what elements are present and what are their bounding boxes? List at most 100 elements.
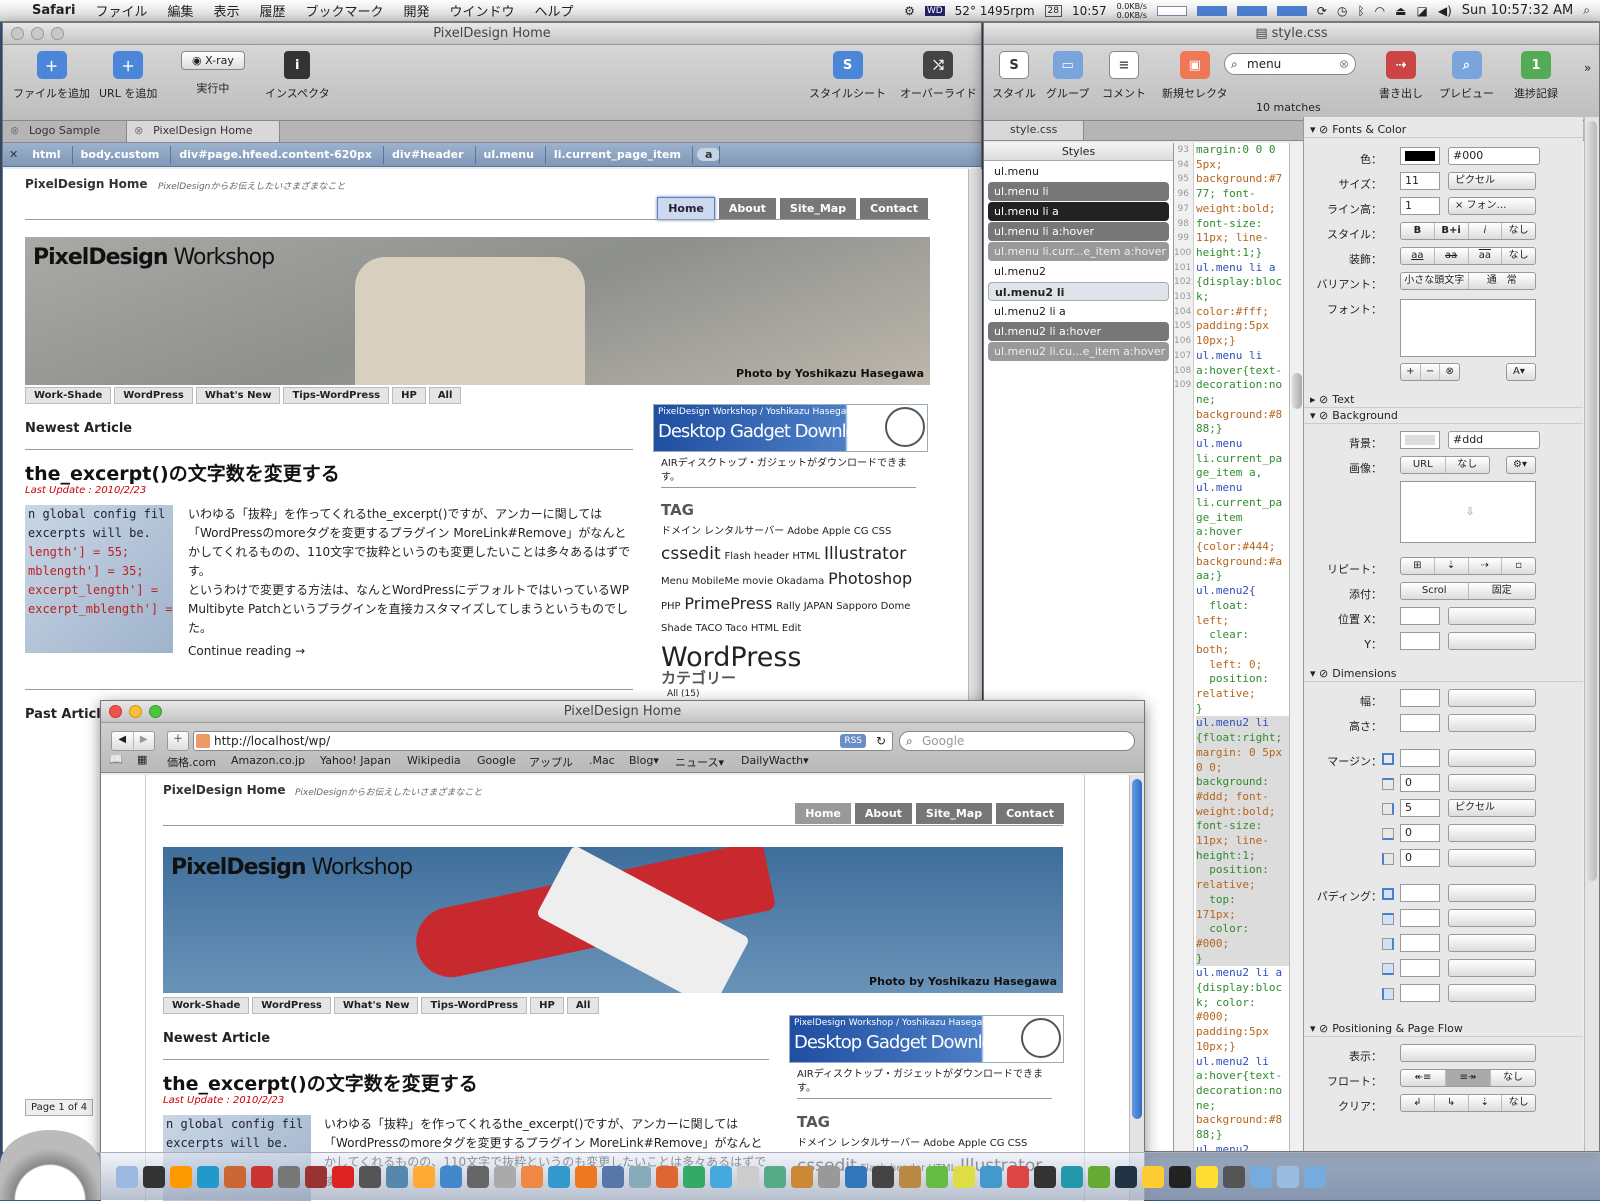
firefox-icon[interactable]: [575, 1165, 597, 1188]
display-select[interactable]: [1400, 1044, 1536, 1062]
tag-illustrator[interactable]: Illustrator: [824, 544, 906, 564]
trash-icon[interactable]: [1304, 1165, 1326, 1188]
bold-italic-option[interactable]: B+i: [1435, 223, 1469, 239]
margin-all-field[interactable]: [1400, 749, 1440, 767]
app-icon[interactable]: [1142, 1165, 1164, 1188]
tab-logo-sample[interactable]: ⊗ Logo Sample: [3, 121, 128, 142]
bridge-icon[interactable]: [224, 1165, 246, 1188]
terminal-icon[interactable]: [1169, 1165, 1191, 1188]
font-list[interactable]: [1400, 299, 1536, 357]
nav-home[interactable]: Home: [657, 197, 715, 220]
app-icon[interactable]: [899, 1165, 921, 1188]
section-background[interactable]: ▾ ⊘ Background: [1304, 407, 1583, 424]
position-y-unit[interactable]: [1448, 632, 1536, 650]
margin-bottom-unit[interactable]: [1448, 824, 1536, 842]
nav-home[interactable]: Home: [795, 803, 851, 824]
flash-icon[interactable]: [251, 1165, 273, 1188]
nav-buttons[interactable]: ◀ ▶: [111, 731, 155, 751]
normal-option[interactable]: 通 常: [1469, 273, 1536, 289]
size-unit-select[interactable]: ピクセル: [1448, 172, 1536, 190]
finder-icon[interactable]: [116, 1165, 138, 1188]
cpu-meter-2[interactable]: [1236, 5, 1267, 16]
nav-about[interactable]: About: [718, 198, 776, 219]
breadcrumb-item[interactable]: ul.menu: [476, 146, 547, 164]
decoration-control[interactable]: aa aa aa なし: [1400, 247, 1536, 265]
repeat-both-option[interactable]: ⊞: [1401, 558, 1435, 574]
float-right-option[interactable]: ≡↠: [1446, 1070, 1491, 1086]
tag-php[interactable]: PHP: [661, 601, 681, 612]
inspector-scroll-thumb[interactable]: [1587, 121, 1597, 881]
tag-row[interactable]: Shade TACO Taco HTML Edit: [661, 618, 931, 640]
cat-tab[interactable]: HP: [530, 997, 564, 1014]
clear-left-option[interactable]: ↲: [1401, 1095, 1435, 1111]
timemachine-icon[interactable]: ◷: [1337, 4, 1347, 18]
site-title[interactable]: PixelDesign Home: [163, 783, 286, 797]
search-input[interactable]: ⌕ menu ⊗: [1224, 53, 1356, 75]
folder-icon[interactable]: [1277, 1165, 1299, 1188]
tag-row[interactable]: ドメイン レンタルサーバー Adobe Apple CG CSS: [661, 521, 931, 543]
app-icon[interactable]: [1007, 1165, 1029, 1188]
float-control[interactable]: ↞≡ ≡↠ なし: [1400, 1069, 1536, 1087]
padding-all-field[interactable]: [1400, 884, 1440, 902]
style-row[interactable]: ul.menu li.curr...e_item a:hover: [988, 242, 1169, 261]
section-text[interactable]: ▸ ⊘ Text: [1304, 391, 1583, 408]
disk-icon[interactable]: WD: [924, 5, 945, 16]
zoom-button[interactable]: [149, 705, 162, 718]
breadcrumb-close-icon[interactable]: ✕: [3, 148, 24, 161]
margin-right-field[interactable]: 5: [1400, 799, 1440, 817]
menu-edit[interactable]: 編集: [157, 1, 203, 20]
safari-titlebar[interactable]: PixelDesign Home: [101, 701, 1144, 723]
style-row[interactable]: ul.menu: [988, 162, 1169, 181]
menubar-clock[interactable]: Sun 10:57:32 AM: [1462, 3, 1574, 18]
style-row[interactable]: ul.menu2: [988, 262, 1169, 281]
breadcrumb-item[interactable]: div#header: [384, 146, 476, 164]
stylesheet-button[interactable]: S スタイルシート: [809, 51, 886, 101]
variant-control[interactable]: 小さな頭文字通 常: [1400, 272, 1536, 290]
app-icon[interactable]: [440, 1165, 462, 1188]
bookmark-item[interactable]: Google: [477, 754, 516, 767]
section-fonts-color[interactable]: ▾ ⊘ Fonts & Color: [1304, 121, 1583, 138]
nav-sitemap[interactable]: Site_Map: [779, 198, 857, 219]
menu-bookmarks[interactable]: ブックマーク: [296, 1, 394, 20]
export-button[interactable]: ⇢ 書き出し: [1379, 51, 1423, 101]
line-height-unit-select[interactable]: × フォン…: [1448, 197, 1536, 215]
cat-tab[interactable]: Tips-WordPress: [421, 997, 528, 1014]
app-icon[interactable]: [1115, 1165, 1137, 1188]
eject-icon[interactable]: ⏏: [1395, 4, 1406, 18]
app-icon[interactable]: [1034, 1165, 1056, 1188]
flash-player-icon[interactable]: [332, 1165, 354, 1188]
position-x-unit[interactable]: [1448, 607, 1536, 625]
height-field[interactable]: [1400, 714, 1440, 732]
margin-left-field[interactable]: 0: [1400, 849, 1440, 867]
inspector-scrollbar[interactable]: [1584, 117, 1599, 1151]
breadcrumb-item[interactable]: div#page.hfeed.content-620px: [171, 146, 384, 164]
small-caps-option[interactable]: 小さな頭文字: [1401, 273, 1469, 289]
gadget-banner[interactable]: PixelDesign Workshop / Yoshikazu Hasegaw…: [653, 404, 928, 452]
cat-tab[interactable]: What's New: [195, 387, 281, 404]
margin-right-unit[interactable]: ピクセル: [1448, 799, 1536, 817]
bookmark-item[interactable]: 価格.com: [167, 754, 216, 770]
tab-style-css[interactable]: style.css: [984, 121, 1085, 140]
menu-window[interactable]: ウインドウ: [440, 1, 525, 20]
menu-file[interactable]: ファイル: [85, 1, 157, 20]
bookmark-item[interactable]: Wikipedia: [407, 754, 461, 767]
padding-right-unit[interactable]: [1448, 934, 1536, 952]
zoom-button[interactable]: [51, 27, 64, 40]
none-option[interactable]: なし: [1502, 248, 1535, 264]
tab-close-icon[interactable]: ⊗: [10, 121, 19, 141]
remove-font-button[interactable]: −: [1421, 364, 1441, 380]
margin-top-field[interactable]: 0: [1400, 774, 1440, 792]
font-list-buttons[interactable]: + − ⊗: [1400, 363, 1460, 381]
preview-button[interactable]: ⌕ プレビュー: [1439, 51, 1494, 101]
margin-left-unit[interactable]: [1448, 849, 1536, 867]
bookmark-item[interactable]: Blog▾: [629, 754, 659, 767]
menu-history[interactable]: 履歴: [249, 1, 295, 20]
strike-option[interactable]: aa: [1435, 248, 1469, 264]
bookmark-item[interactable]: アップル: [529, 754, 573, 770]
cat-tab[interactable]: Work-Shade: [25, 387, 112, 404]
italic-option[interactable]: i: [1469, 223, 1503, 239]
continue-link[interactable]: Continue reading →: [188, 642, 633, 661]
clear-search-icon[interactable]: ⊗: [1339, 54, 1349, 74]
gadget-banner[interactable]: PixelDesign Workshop / Yoshikazu Hasegaw…: [789, 1015, 1064, 1063]
style-row[interactable]: ul.menu li a: [988, 202, 1169, 221]
